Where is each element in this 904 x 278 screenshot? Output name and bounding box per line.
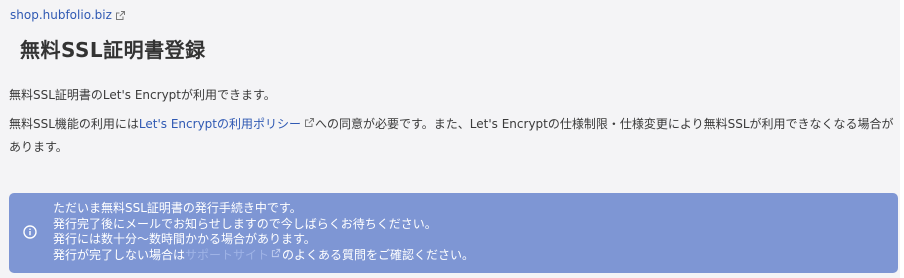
policy-text: 無料SSL機能の利用にはLet's Encryptの利用ポリシー への同意が必要で… [9, 113, 895, 159]
domain-label: shop.hubfolio.biz [10, 8, 112, 22]
external-link-icon [115, 10, 126, 21]
notice-lines: ただいま無料SSL証明書の発行手続き中です。 発行完了後にメールでお知らせします… [53, 201, 474, 263]
intro-text: 無料SSL証明書のLet's Encryptが利用できます。 [9, 88, 276, 102]
page-title: 無料SSL証明書登録 [20, 38, 206, 62]
support-site-label: サポートサイト [185, 247, 270, 262]
external-link-icon [271, 248, 281, 258]
external-link-icon [304, 117, 315, 128]
policy-link-label: Let's Encryptの利用ポリシー [138, 117, 301, 131]
info-circle-icon [23, 225, 37, 239]
content-panel: shop.hubfolio.biz 無料SSL証明書登録 無料SSL証明書のLe… [0, 0, 900, 278]
notice-line-4: 発行が完了しない場合はサポートサイト のよくある質問をご確認ください。 [53, 248, 474, 264]
policy-text-before: 無料SSL機能の利用には [9, 117, 139, 131]
notice-line-4-before: 発行が完了しない場合は [53, 247, 186, 262]
status-notice: ただいま無料SSL証明書の発行手続き中です。 発行完了後にメールでお知らせします… [9, 193, 898, 273]
domain-link[interactable]: shop.hubfolio.biz [10, 8, 126, 22]
support-site-link[interactable]: サポートサイト [185, 248, 282, 262]
notice-line-2: 発行完了後にメールでお知らせしますので今しばらくお待ちください。 [53, 216, 437, 231]
notice-line-4-after: のよくある質問をご確認ください。 [282, 247, 475, 262]
notice-line-3: 発行には数十分〜数時間かかる場合があります。 [53, 232, 316, 246]
policy-link[interactable]: Let's Encryptの利用ポリシー [139, 117, 315, 131]
notice-line-1: ただいま無料SSL証明書の発行手続き中です。 [53, 201, 302, 215]
